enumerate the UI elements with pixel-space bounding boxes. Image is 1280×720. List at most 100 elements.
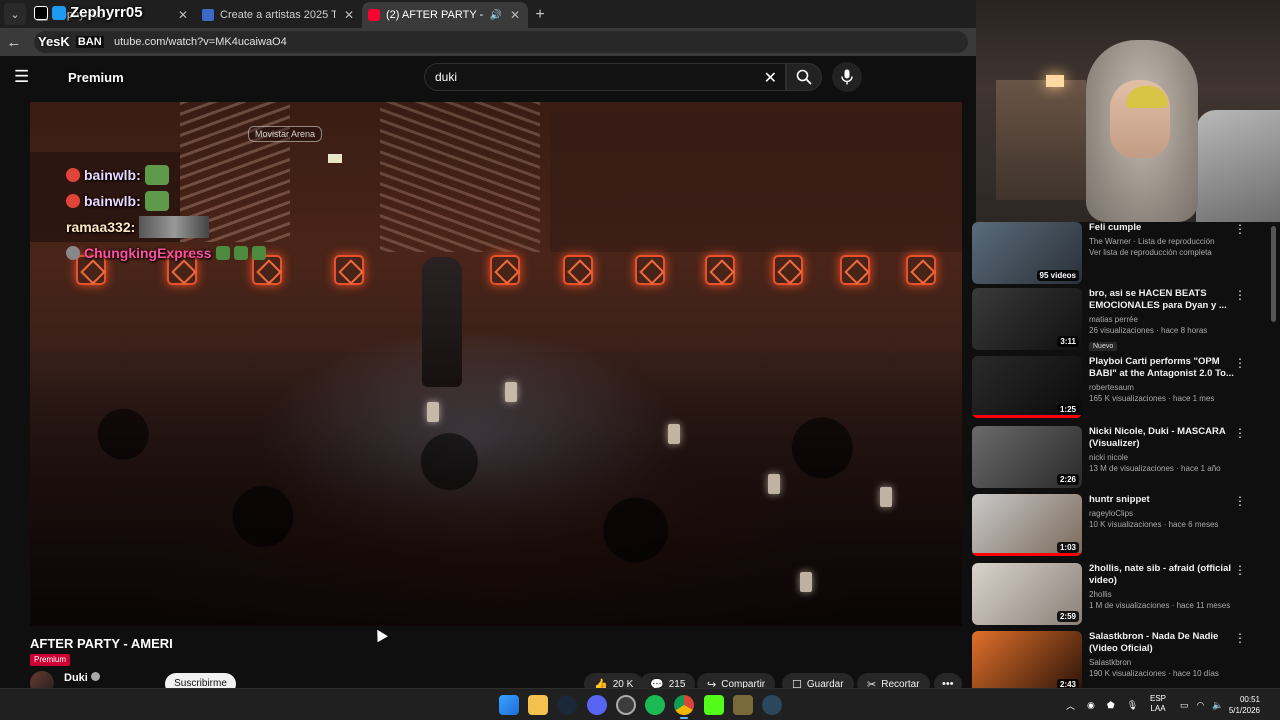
tab-close-icon[interactable]: ✕: [508, 8, 522, 22]
more-options-icon[interactable]: ⋮: [1234, 222, 1246, 236]
chat-overlay-top: YesK BAN: [38, 34, 104, 49]
video-thumbnail[interactable]: 2:26: [972, 426, 1082, 488]
kick-icon[interactable]: [704, 695, 724, 715]
phone-light: [668, 424, 680, 444]
recommendations-list: 95 videos Feli cumple The Warner · Lista d…: [970, 222, 1280, 688]
search-input[interactable]: duki ✕: [424, 63, 786, 91]
recommendation-title[interactable]: bro, asi se HACEN BEATS EMOCIONALES para…: [1089, 288, 1239, 312]
video-thumbnail[interactable]: 2:59: [972, 563, 1082, 625]
input-language[interactable]: ESP LAA: [1150, 694, 1166, 714]
duration-badge: 95 videos: [1036, 270, 1079, 281]
clock[interactable]: 00:51 5/1/2026: [1228, 694, 1260, 716]
recommendation-channel[interactable]: The Warner · Lista de reproducción: [1089, 237, 1239, 246]
recommendation-views: 26 visualizaciones · hace 8 horas: [1089, 326, 1208, 335]
recommendation-channel[interactable]: nicki nicole: [1089, 453, 1239, 462]
phone-light: [880, 487, 892, 507]
recommendation-title[interactable]: Playboi Carti performs "OPM BABI" at the…: [1089, 356, 1239, 380]
discord-icon[interactable]: [587, 695, 607, 715]
volume-icon: 🔈: [1212, 699, 1224, 710]
video-thumbnail[interactable]: 3:11: [972, 288, 1082, 350]
microphone-tray-icon[interactable]: 🎙: [1127, 700, 1138, 711]
address-bar[interactable]: utube.com/watch?v=MK4ucaiwaO4: [34, 31, 968, 53]
chat-username: bainwlb:: [84, 193, 141, 209]
more-options-icon[interactable]: ⋮: [1234, 631, 1246, 645]
video-player[interactable]: Movistar Arena bainwlb: bainwlb: ramaa33…: [30, 102, 962, 626]
recommendation-item[interactable]: 1:03 huntr snippet rageyloClips 10 K visual…: [972, 494, 1268, 560]
recommendation-item[interactable]: 3:11 bro, asi se HACEN BEATS EMOCIONALES …: [972, 288, 1268, 354]
spotify-icon[interactable]: [645, 695, 665, 715]
voice-search-button[interactable]: [832, 62, 862, 92]
tab-youtube[interactable]: (2) AFTER PARTY - AMERI 🔊 ✕: [362, 2, 528, 28]
recommendations-scrollbar[interactable]: [1269, 222, 1277, 688]
video-title: AFTER PARTY - AMERI: [30, 636, 173, 651]
url-text: utube.com/watch?v=MK4ucaiwaO4: [114, 36, 287, 48]
stage-led: [334, 255, 364, 285]
video-thumbnail[interactable]: 2:43: [972, 631, 1082, 688]
recommendation-channel[interactable]: robertesaum: [1089, 383, 1239, 392]
windows-taskbar: ︿ ◉ ⬟ 🎙 ESP LAA ▭ ◠ 🔈 00:51 5/1/2026: [0, 688, 1280, 720]
recommendation-title[interactable]: Feli cumple: [1089, 222, 1239, 234]
tab-search-button[interactable]: ⌄: [4, 3, 26, 25]
obs-icon[interactable]: [616, 695, 636, 715]
recommendation-meta: Nicki Nicole, Duki - MASCARA (Visualizer…: [1089, 426, 1239, 473]
recommendation-title[interactable]: Nicki Nicole, Duki - MASCARA (Visualizer…: [1089, 426, 1239, 450]
recommendation-item[interactable]: 2:26 Nicki Nicole, Duki - MASCARA (Visual…: [972, 426, 1268, 492]
channel-name[interactable]: Duki: [64, 672, 100, 684]
recommendation-title[interactable]: Salastkbron - Nada De Nadie (Video Ofici…: [1089, 631, 1239, 655]
chat-badge-icon: [66, 194, 80, 208]
duration-badge: 2:43: [1056, 679, 1079, 688]
recommendation-meta: 2hollis, nate sib - afraid (official vid…: [1089, 563, 1239, 610]
image-emote-icon: [139, 216, 210, 238]
quick-settings[interactable]: ▭ ◠ 🔈: [1180, 689, 1224, 720]
notes-app-icon[interactable]: [733, 695, 753, 715]
chevron-up-icon[interactable]: ︿: [1066, 699, 1075, 712]
shield-icon[interactable]: ⬟: [1107, 700, 1115, 711]
new-tab-button[interactable]: +: [528, 3, 552, 27]
recommendation-item[interactable]: 2:59 2hollis, nate sib - afraid (official…: [972, 563, 1268, 629]
search-icon: [796, 69, 812, 85]
tab-tierlist[interactable]: Create a artistas 2025 Tier List ✕: [196, 2, 362, 28]
premium-badge: Premium: [30, 654, 71, 666]
recommendation-channel[interactable]: matias perrée: [1089, 315, 1239, 324]
steam-icon[interactable]: [762, 695, 782, 715]
recommendation-title[interactable]: 2hollis, nate sib - afraid (official vid…: [1089, 563, 1239, 587]
video-thumbnail[interactable]: 1:25: [972, 356, 1082, 418]
chat-message: bainwlb:: [66, 188, 326, 214]
back-arrow-icon[interactable]: ←: [0, 34, 28, 51]
file-explorer-icon[interactable]: [528, 695, 548, 715]
network-app-icon[interactable]: ◉: [1087, 700, 1095, 711]
recommendation-channel[interactable]: Salastkbron: [1089, 658, 1239, 667]
arena-sign-text: Movistar Arena: [255, 129, 316, 139]
recommendation-channel[interactable]: 2hollis: [1089, 590, 1239, 599]
tab-close-icon[interactable]: ✕: [176, 8, 190, 22]
steam-icon[interactable]: [557, 695, 577, 715]
hamburger-menu-icon[interactable]: ☰: [14, 68, 34, 86]
recommendation-item[interactable]: 95 videos Feli cumple The Warner · Lista d…: [972, 222, 1268, 288]
arena-sign: Movistar Arena: [248, 126, 323, 142]
duration-badge: 1:25: [1056, 404, 1079, 415]
youtube-favicon-icon: [368, 9, 380, 21]
more-options-icon[interactable]: ⋮: [1234, 563, 1246, 577]
more-options-icon[interactable]: ⋮: [1234, 494, 1246, 508]
duration-badge: 3:11: [1057, 336, 1079, 347]
chrome-icon[interactable]: [674, 695, 694, 715]
clear-search-icon[interactable]: ✕: [764, 68, 777, 88]
recommendation-channel[interactable]: rageyloClips: [1089, 509, 1239, 518]
phone-light: [800, 572, 812, 592]
frog-emote-icon: [251, 246, 266, 260]
video-thumbnail[interactable]: 1:03: [972, 494, 1082, 556]
search-button[interactable]: [786, 63, 822, 91]
recommendation-title[interactable]: huntr snippet: [1089, 494, 1239, 506]
recommendation-item[interactable]: 2:43 Salastkbron - Nada De Nadie (Video O…: [972, 631, 1268, 688]
speaker-icon[interactable]: 🔊: [490, 10, 502, 21]
display-icon: ▭: [1180, 699, 1189, 710]
scrollbar-thumb[interactable]: [1271, 226, 1276, 322]
tab-close-icon[interactable]: ✕: [342, 8, 356, 22]
video-thumbnail[interactable]: 95 videos: [972, 222, 1082, 284]
chat-message: ChungkingExpress: [66, 240, 326, 266]
more-options-icon[interactable]: ⋮: [1234, 288, 1246, 302]
more-options-icon[interactable]: ⋮: [1234, 426, 1246, 440]
more-options-icon[interactable]: ⋮: [1234, 356, 1246, 370]
windows-start-icon[interactable]: [499, 695, 519, 715]
recommendation-item[interactable]: 1:25 Playboi Carti performs "OPM BABI" at…: [972, 356, 1268, 422]
